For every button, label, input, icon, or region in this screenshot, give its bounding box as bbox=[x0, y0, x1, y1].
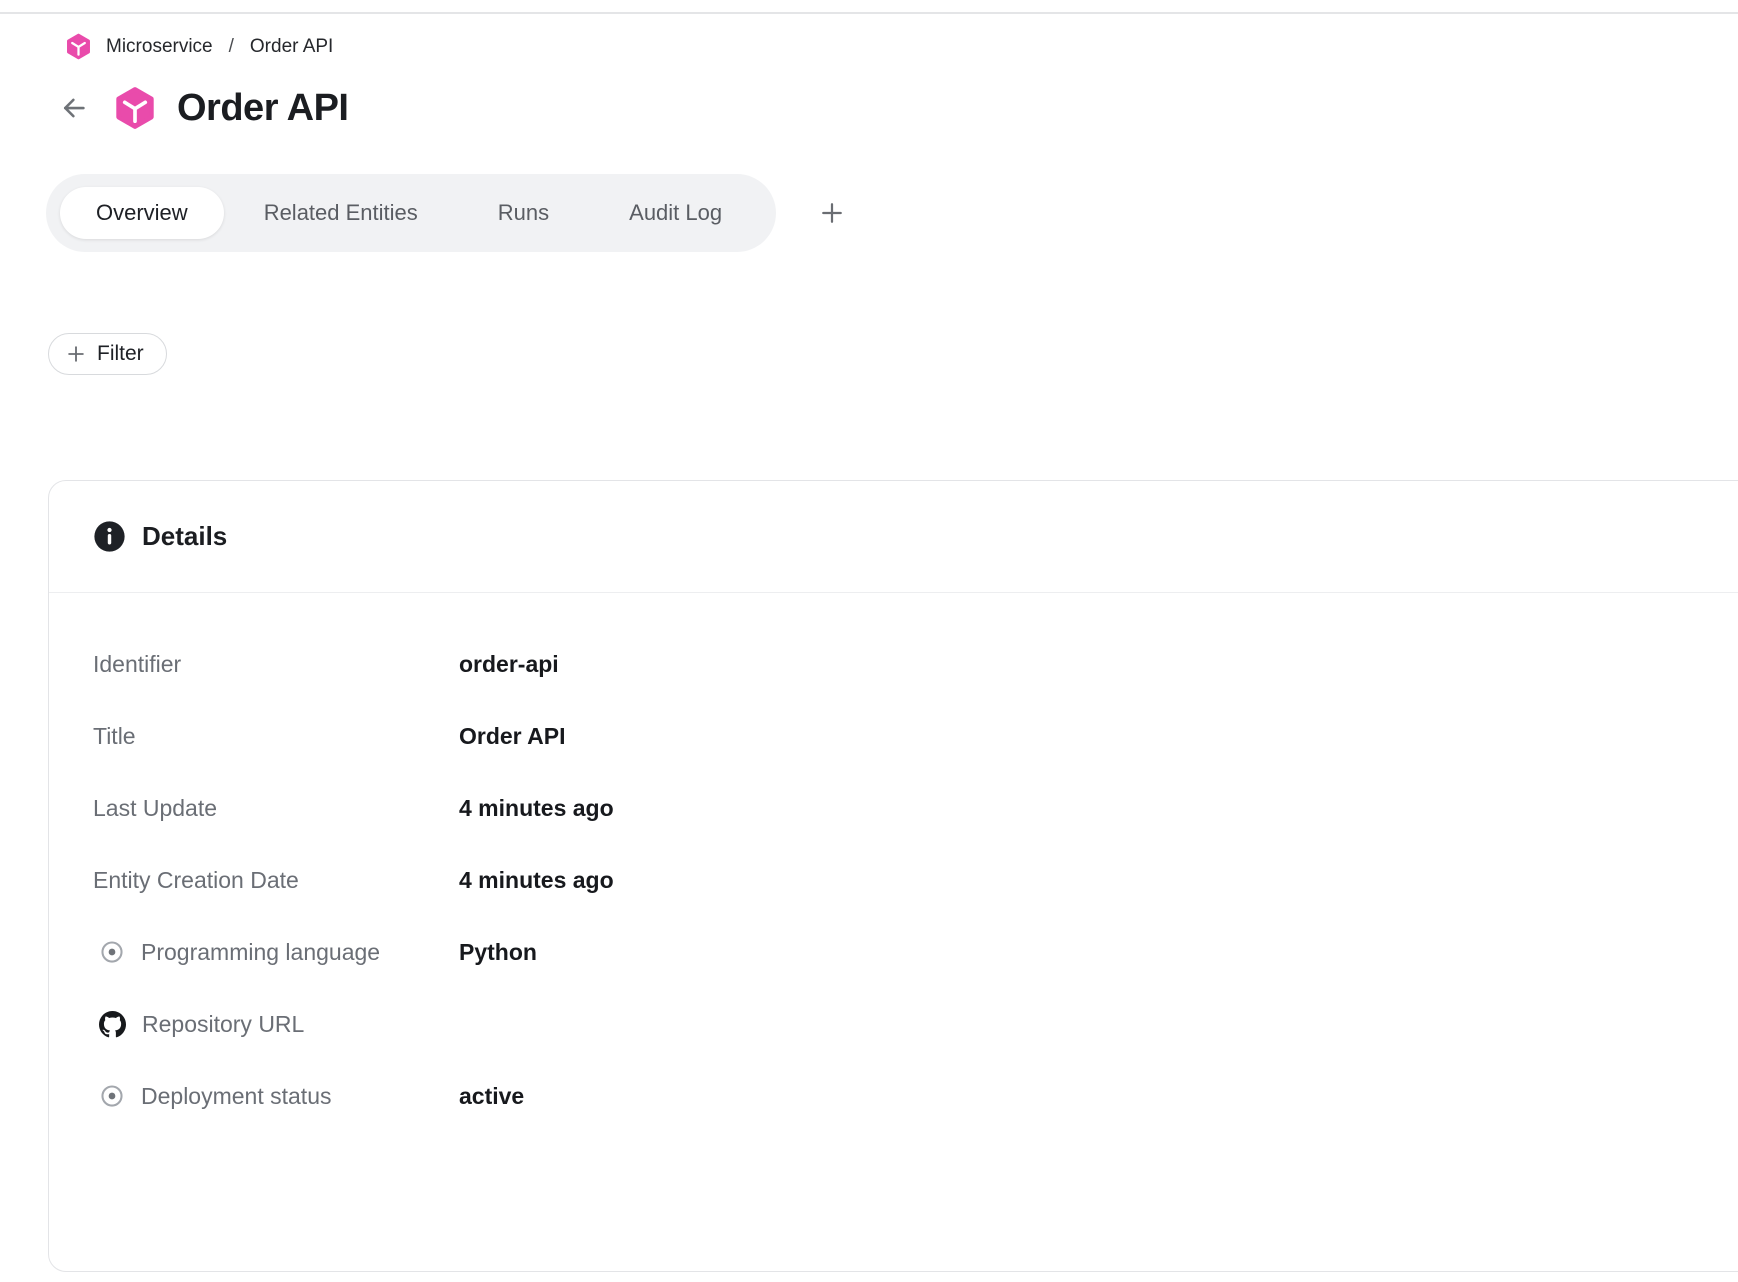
breadcrumb-item-order-api: Order API bbox=[250, 36, 333, 58]
filter-button[interactable]: Filter bbox=[48, 333, 167, 375]
top-divider bbox=[0, 12, 1738, 14]
detail-label: Programming language bbox=[141, 939, 380, 966]
detail-value: Order API bbox=[459, 723, 566, 750]
github-icon bbox=[99, 1011, 126, 1038]
breadcrumb-item-microservice[interactable]: Microservice bbox=[106, 36, 213, 58]
detail-value: active bbox=[459, 1083, 524, 1110]
page: Microservice / Order API Order bbox=[0, 0, 1738, 1282]
breadcrumb: Microservice / Order API bbox=[59, 33, 333, 60]
details-card-header: Details bbox=[49, 481, 1738, 593]
tab-bar: Overview Related Entities Runs Audit Log bbox=[46, 174, 846, 252]
detail-row-deployment-status: Deployment status active bbox=[49, 1060, 1738, 1132]
radio-icon bbox=[99, 939, 125, 965]
details-card-title: Details bbox=[142, 521, 227, 552]
detail-row-last-update: Last Update 4 minutes ago bbox=[49, 772, 1738, 844]
detail-label: Identifier bbox=[93, 651, 181, 678]
details-rows: Identifier order-api Title Order API Las… bbox=[49, 593, 1738, 1132]
detail-row-entity-creation-date: Entity Creation Date 4 minutes ago bbox=[49, 844, 1738, 916]
page-title: Order API bbox=[177, 87, 348, 130]
filter-button-label: Filter bbox=[97, 342, 144, 366]
detail-value: order-api bbox=[459, 651, 559, 678]
plus-icon bbox=[65, 343, 87, 365]
detail-value: 4 minutes ago bbox=[459, 795, 614, 822]
detail-row-identifier: Identifier order-api bbox=[49, 628, 1738, 700]
info-icon bbox=[93, 520, 126, 553]
entity-header: Order API bbox=[55, 86, 348, 130]
back-button[interactable] bbox=[55, 89, 93, 127]
detail-row-programming-language: Programming language Python bbox=[49, 916, 1738, 988]
detail-value: Python bbox=[459, 939, 537, 966]
detail-label: Last Update bbox=[93, 795, 217, 822]
detail-value: 4 minutes ago bbox=[459, 867, 614, 894]
back-arrow-icon bbox=[59, 93, 89, 123]
tab-related-entities[interactable]: Related Entities bbox=[224, 187, 458, 239]
detail-row-repository-url: Repository URL bbox=[49, 988, 1738, 1060]
tab-overview[interactable]: Overview bbox=[60, 187, 224, 239]
detail-label: Deployment status bbox=[141, 1083, 331, 1110]
add-tab-button[interactable] bbox=[818, 199, 846, 227]
entity-cube-icon bbox=[113, 86, 157, 130]
detail-row-title: Title Order API bbox=[49, 700, 1738, 772]
plus-icon bbox=[818, 199, 846, 227]
detail-label: Title bbox=[93, 723, 136, 750]
radio-icon bbox=[99, 1083, 125, 1109]
tab-audit-log[interactable]: Audit Log bbox=[589, 187, 762, 239]
tab-pill-group: Overview Related Entities Runs Audit Log bbox=[46, 174, 776, 252]
detail-label: Entity Creation Date bbox=[93, 867, 299, 894]
detail-label: Repository URL bbox=[142, 1011, 304, 1038]
details-card: Details Identifier order-api Title Order… bbox=[48, 480, 1738, 1272]
tab-runs[interactable]: Runs bbox=[458, 187, 589, 239]
microservice-cube-icon bbox=[65, 33, 92, 60]
breadcrumb-separator: / bbox=[227, 36, 236, 58]
